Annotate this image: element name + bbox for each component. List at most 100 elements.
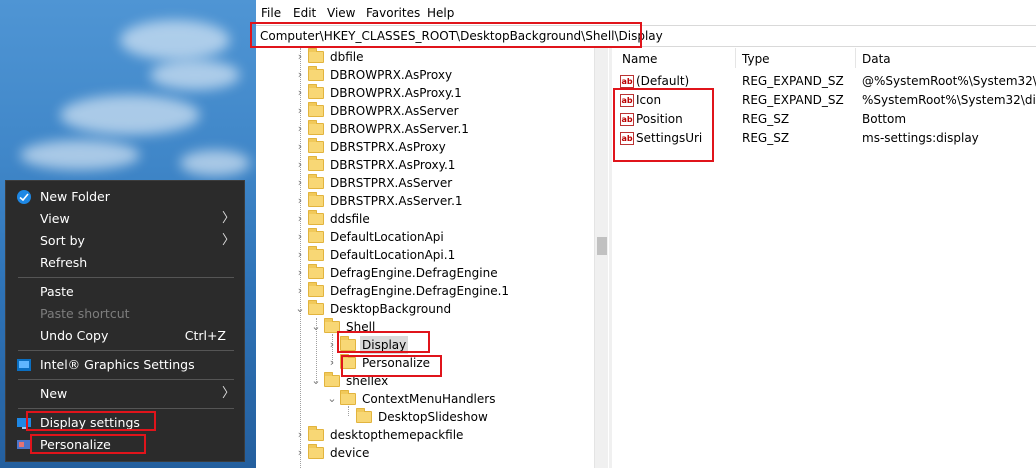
menu-file[interactable]: File [261, 6, 281, 20]
folder-icon [308, 192, 324, 207]
pane-splitter[interactable] [609, 48, 612, 468]
menu-separator [18, 350, 234, 351]
folder-icon [308, 156, 324, 171]
folder-icon [308, 300, 324, 315]
chevron-right-icon: 〉 [221, 211, 235, 226]
expand-chevron-icon[interactable]: › [294, 102, 306, 120]
menu-item-label: Sort by [40, 233, 85, 248]
value-data: Bottom [862, 112, 907, 126]
chevron-right-icon: 〉 [221, 386, 235, 401]
expand-chevron-icon[interactable]: › [326, 354, 338, 372]
collapse-chevron-icon[interactable]: ⌄ [310, 318, 322, 336]
column-header-type[interactable]: Type [742, 52, 770, 66]
expand-chevron-icon[interactable]: › [294, 282, 306, 300]
column-divider[interactable] [735, 48, 736, 68]
highlight-value-names [613, 88, 714, 162]
tree-node-label: DefragEngine.DefragEngine [330, 266, 498, 280]
tree-guide-line [348, 406, 349, 416]
folder-icon [340, 390, 356, 405]
column-header-data[interactable]: Data [862, 52, 891, 66]
cloud [180, 150, 250, 176]
tree-node-label: DBROWPRX.AsProxy [330, 68, 453, 82]
menu-item-shortcut: Ctrl+Z [184, 328, 226, 343]
menu-separator [18, 277, 234, 278]
tree-node-label: DBROWPRX.AsServer.1 [330, 122, 469, 136]
tree-node-label: ContextMenuHandlers [362, 392, 496, 406]
tree-node-label: ddsfile [330, 212, 370, 226]
registry-editor-window: File Edit View Favorites Help Computer\H… [256, 0, 1036, 468]
tree-node-label: DBRSTPRX.AsServer [330, 176, 453, 190]
menu-item-undo-copy[interactable]: Undo Copy Ctrl+Z [6, 325, 244, 347]
tree-scrollbar[interactable] [594, 48, 608, 468]
value-type: REG_SZ [742, 131, 790, 145]
tree-node-label: DesktopBackground [330, 302, 452, 316]
highlight-display-settings [26, 411, 156, 431]
expand-chevron-icon[interactable]: › [294, 426, 306, 444]
scrollbar-thumb[interactable] [597, 237, 607, 255]
new-folder-icon [17, 190, 31, 204]
expand-chevron-icon[interactable]: › [294, 444, 306, 462]
collapse-chevron-icon[interactable]: ⌄ [310, 372, 322, 390]
folder-icon [308, 174, 324, 189]
column-header-name[interactable]: Name [622, 52, 657, 66]
string-value-icon: ab [620, 75, 634, 88]
menu-item-label: New Folder [40, 189, 110, 204]
key-tree[interactable]: › dbfile › DBROWPRX.AsProxy › DBROWPRX.AsPr… [256, 48, 608, 468]
expand-chevron-icon[interactable]: › [294, 210, 306, 228]
expand-chevron-icon[interactable]: › [294, 174, 306, 192]
column-divider[interactable] [855, 48, 856, 68]
expand-chevron-icon[interactable]: › [294, 120, 306, 138]
expand-chevron-icon[interactable]: › [294, 246, 306, 264]
expand-chevron-icon[interactable]: › [294, 192, 306, 210]
chevron-right-icon: 〉 [221, 233, 235, 248]
value-data: %SystemRoot%\System32\displa [862, 93, 1036, 107]
menu-item-new-folder[interactable]: New Folder [6, 186, 244, 208]
menu-edit[interactable]: Edit [293, 6, 316, 20]
highlight-display-key [337, 331, 430, 353]
tree-node-label: dbfile [330, 50, 364, 64]
folder-icon [308, 444, 324, 459]
highlight-personalize-key [341, 355, 442, 377]
menu-item-refresh[interactable]: Refresh [6, 252, 244, 274]
expand-chevron-icon[interactable]: › [294, 156, 306, 174]
collapse-chevron-icon[interactable]: ⌄ [326, 390, 338, 408]
folder-icon [356, 408, 372, 423]
menu-item-label: New [40, 386, 68, 401]
menu-item-view[interactable]: View 〉 [6, 208, 244, 230]
menu-item-paste[interactable]: Paste [6, 281, 244, 303]
intel-graphics-icon [17, 359, 31, 371]
menu-item-label: Undo Copy [40, 328, 109, 343]
tree-node-label: desktopthemepackfile [330, 428, 464, 442]
collapse-chevron-icon[interactable]: ⌄ [294, 300, 306, 318]
highlight-address-bar [250, 22, 642, 48]
menu-separator [18, 408, 234, 409]
expand-chevron-icon[interactable]: › [294, 228, 306, 246]
menu-item-new[interactable]: New 〉 [6, 383, 244, 405]
value-data: @%SystemRoot%\System32\disp [862, 74, 1036, 88]
expand-chevron-icon[interactable]: › [294, 48, 306, 66]
menu-item-label: Paste shortcut [40, 306, 130, 321]
cloud [150, 60, 240, 90]
tree-node-label: DefaultLocationApi.1 [330, 248, 456, 262]
tree-node-label: DBRSTPRX.AsProxy [330, 140, 446, 154]
folder-icon [308, 84, 324, 99]
menu-item-label: Refresh [40, 255, 88, 270]
folder-icon [308, 246, 324, 261]
tree-node-label: DefragEngine.DefragEngine.1 [330, 284, 510, 298]
folder-icon [308, 426, 324, 441]
value-type: REG_EXPAND_SZ [742, 74, 844, 88]
menu-view[interactable]: View [327, 6, 355, 20]
folder-icon [308, 120, 324, 135]
menu-help[interactable]: Help [427, 6, 454, 20]
menu-favorites[interactable]: Favorites [366, 6, 420, 20]
tree-node-label: DBROWPRX.AsProxy.1 [330, 86, 462, 100]
menu-item-sort-by[interactable]: Sort by 〉 [6, 230, 244, 252]
menu-item-label: Paste [40, 284, 74, 299]
expand-chevron-icon[interactable]: › [294, 138, 306, 156]
menu-item-intel-graphics[interactable]: Intel® Graphics Settings [6, 354, 244, 376]
expand-chevron-icon[interactable]: › [294, 264, 306, 282]
menu-separator [18, 379, 234, 380]
expand-chevron-icon[interactable]: › [294, 84, 306, 102]
expand-chevron-icon[interactable]: › [294, 66, 306, 84]
tree-node-label: device [330, 446, 370, 460]
